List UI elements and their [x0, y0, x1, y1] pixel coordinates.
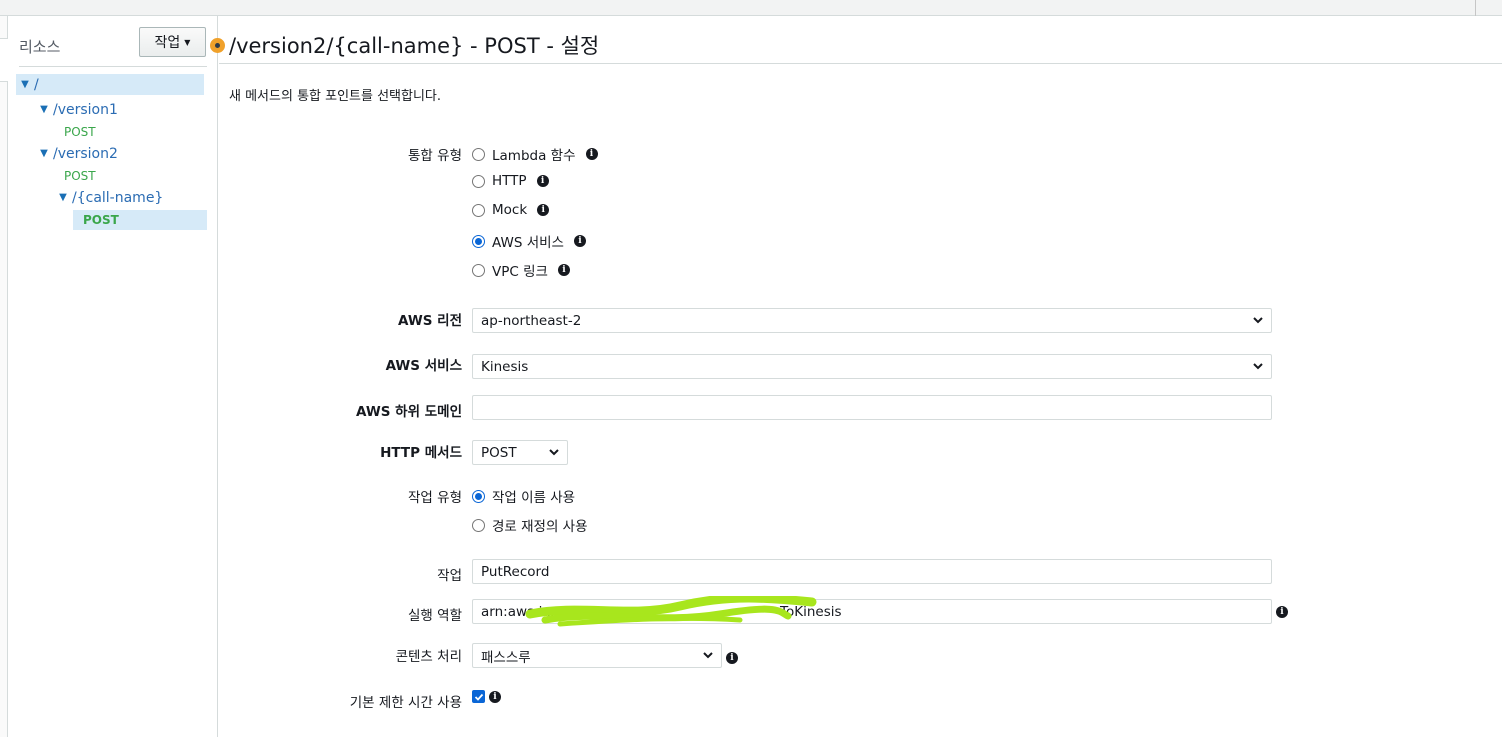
option-label: 경로 재정의 사용	[492, 519, 588, 535]
aws-region-label: AWS 리전	[398, 313, 462, 329]
radio-aws-service[interactable]	[472, 234, 485, 248]
resources-sidebar: 리소스 작업 ▼ ▼ / ▼ /version1 POST ▼ /version…	[8, 16, 218, 737]
info-icon[interactable]: i	[573, 235, 586, 247]
tree-method-version2-post[interactable]: POST	[64, 165, 96, 186]
page-title: /version2/{call-name} - POST - 설정	[229, 34, 600, 58]
select-value: Kinesis	[481, 358, 529, 375]
chevron-down-icon	[1253, 317, 1263, 324]
tree-item-label: /version1	[53, 101, 118, 118]
aws-region-select[interactable]: ap-northeast-2	[472, 308, 1272, 333]
default-timeout-label: 기본 제한 시간 사용	[349, 695, 462, 711]
aws-service-label: AWS 서비스	[385, 358, 462, 374]
action-type-label: 작업 유형	[408, 490, 462, 506]
default-timeout-checkbox[interactable]	[472, 690, 485, 703]
info-icon[interactable]: i	[1276, 606, 1288, 618]
content-handling-label: 콘텐츠 처리	[395, 649, 462, 665]
http-method-label: HTTP 메서드	[380, 445, 462, 461]
caret-down-icon: ▼	[184, 37, 191, 47]
top-bar	[0, 0, 1502, 16]
sidebar-title: 리소스	[19, 38, 61, 56]
http-method-select[interactable]: POST	[472, 440, 568, 465]
radio-mock[interactable]	[472, 203, 485, 217]
option-label: AWS 서비스	[492, 235, 564, 251]
tree-method-call-name-post[interactable]: POST	[73, 210, 207, 230]
indicator-dot	[215, 43, 220, 48]
action-label: 작업	[437, 568, 462, 584]
radio-lambda[interactable]	[472, 147, 485, 161]
tree-expand-icon[interactable]: ▼	[54, 192, 72, 203]
sidebar-divider	[19, 66, 207, 67]
integration-http-option[interactable]: HTTP i	[472, 173, 549, 189]
option-label: Mock	[492, 202, 528, 218]
info-icon[interactable]: i	[537, 204, 550, 216]
left-collapse-strip[interactable]	[0, 16, 8, 737]
aws-subdomain-input[interactable]	[472, 395, 1272, 420]
page-subtitle: 새 메서드의 통합 포인트를 선택합니다.	[229, 89, 442, 104]
left-strip-tab[interactable]	[0, 38, 8, 82]
select-value: POST	[481, 444, 517, 461]
tree-item-label: /	[34, 76, 39, 93]
execution-role-label: 실행 역할	[408, 608, 462, 624]
tree-method-label: POST	[64, 124, 96, 139]
tree-item-label: /{call-name}	[72, 189, 164, 206]
chevron-down-icon	[703, 652, 713, 659]
action-type-name-option[interactable]: 작업 이름 사용	[472, 486, 575, 506]
tree-expand-icon[interactable]: ▼	[16, 79, 34, 90]
tree-item-call-name[interactable]: ▼ /{call-name}	[54, 187, 163, 208]
title-divider	[219, 63, 1502, 64]
tree-item-version2[interactable]: ▼ /version2	[35, 143, 118, 164]
tree-method-label: POST	[64, 168, 96, 183]
checkmark-icon	[474, 693, 483, 701]
top-bar-divider	[1475, 0, 1476, 16]
tree-item-version1[interactable]: ▼ /version1	[35, 99, 118, 120]
tree-method-version1-post[interactable]: POST	[64, 121, 96, 142]
action-type-path-option[interactable]: 경로 재정의 사용	[472, 515, 588, 535]
content-handling-select[interactable]: 패스스루	[472, 643, 722, 668]
tree-method-label: POST	[83, 213, 119, 227]
option-label: VPC 링크	[492, 264, 548, 280]
select-value: ap-northeast-2	[481, 312, 582, 329]
option-label: 작업 이름 사용	[492, 490, 576, 506]
action-input[interactable]: PutRecord	[472, 559, 1272, 584]
resize-handle-indicator[interactable]	[210, 38, 225, 53]
info-icon[interactable]: i	[536, 175, 549, 187]
aws-subdomain-label: AWS 하위 도메인	[356, 404, 462, 420]
integration-vpc-link-option[interactable]: VPC 링크 i	[472, 260, 570, 280]
integration-aws-service-option[interactable]: AWS 서비스 i	[472, 231, 586, 251]
radio-use-action-name[interactable]	[472, 489, 485, 503]
radio-vpc-link[interactable]	[472, 263, 485, 277]
info-icon[interactable]: i	[585, 148, 598, 160]
integration-type-label: 통합 유형	[408, 148, 462, 164]
actions-label: 작업	[154, 35, 181, 51]
radio-use-path-override[interactable]	[472, 518, 485, 532]
integration-mock-option[interactable]: Mock i	[472, 202, 550, 218]
tree-item-root[interactable]: ▼ /	[16, 74, 204, 95]
info-icon[interactable]: i	[489, 691, 501, 703]
option-label: HTTP	[492, 173, 527, 189]
select-value: 패스스루	[481, 649, 531, 666]
radio-http[interactable]	[472, 174, 485, 188]
integration-lambda-option[interactable]: Lambda 함수 i	[472, 144, 598, 164]
actions-dropdown-button[interactable]: 작업 ▼	[139, 27, 206, 57]
tree-item-label: /version2	[53, 145, 118, 162]
info-icon[interactable]: i	[557, 264, 570, 276]
aws-service-select[interactable]: Kinesis	[472, 354, 1272, 379]
tree-expand-icon[interactable]: ▼	[35, 148, 53, 159]
chevron-down-icon	[1253, 363, 1263, 370]
chevron-down-icon	[549, 449, 559, 456]
info-icon[interactable]: i	[726, 652, 738, 664]
tree-expand-icon[interactable]: ▼	[35, 104, 53, 115]
redaction-scribble	[525, 596, 817, 627]
option-label: Lambda 함수	[492, 148, 576, 164]
